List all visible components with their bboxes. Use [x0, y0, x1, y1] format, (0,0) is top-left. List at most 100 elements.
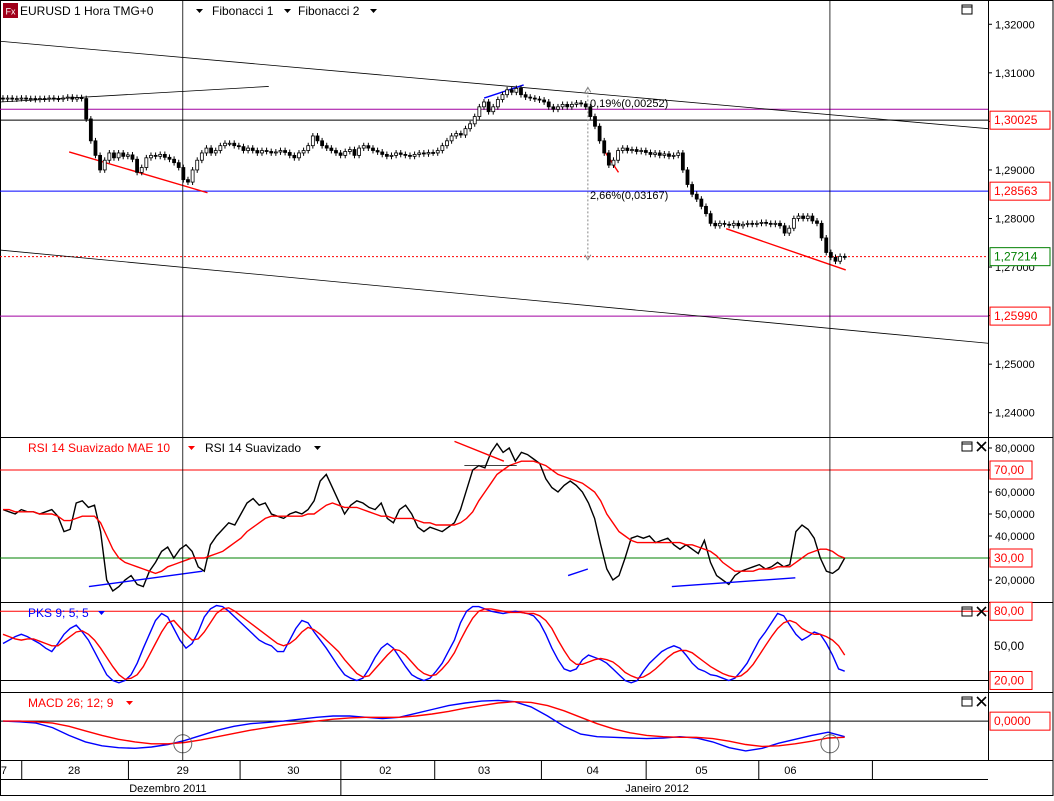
candle-body[interactable] [33, 98, 38, 100]
candle-body[interactable] [426, 152, 431, 155]
candle-body[interactable] [310, 135, 315, 147]
candle-body[interactable] [292, 154, 297, 159]
candle-body[interactable] [297, 152, 301, 159]
candle-body[interactable] [264, 150, 269, 152]
candle-body[interactable] [727, 223, 732, 226]
candle-body[interactable] [394, 152, 399, 156]
candle-body[interactable] [458, 133, 463, 136]
candle-body[interactable] [833, 256, 838, 262]
candle-body[interactable] [139, 167, 144, 173]
candle-body[interactable] [135, 158, 139, 173]
candle-body[interactable] [24, 97, 28, 100]
candle-body[interactable] [255, 150, 260, 154]
candle-body[interactable] [778, 222, 782, 227]
candle-body[interactable] [662, 153, 667, 156]
candle-body[interactable] [435, 150, 440, 154]
candle-body[interactable] [417, 152, 422, 155]
candle-body[interactable] [643, 150, 648, 153]
candle-body[interactable] [352, 149, 357, 156]
candle-body[interactable] [209, 147, 213, 154]
candle-body[interactable] [602, 140, 607, 154]
candle-body[interactable] [509, 89, 514, 93]
candle-body[interactable] [491, 106, 496, 113]
candle-body[interactable] [486, 101, 491, 113]
candle-body[interactable] [88, 118, 93, 142]
candle-body[interactable] [722, 222, 727, 225]
candle-body[interactable] [278, 150, 283, 153]
candle-body[interactable] [694, 193, 699, 200]
candle-body[interactable] [204, 147, 209, 154]
candle-body[interactable] [324, 145, 329, 149]
candle-body[interactable] [125, 154, 130, 157]
candle-body[interactable] [213, 150, 218, 154]
candle-body[interactable] [181, 167, 186, 181]
candle-body[interactable] [731, 222, 736, 226]
candle-body[interactable] [227, 142, 232, 145]
candle-body[interactable] [79, 97, 84, 99]
candle-body[interactable] [468, 123, 473, 130]
candle-body[interactable] [528, 96, 533, 99]
candle-body[interactable] [14, 98, 19, 100]
candle-body[interactable] [112, 152, 116, 159]
candle-body[interactable] [431, 152, 436, 154]
candle-body[interactable] [121, 152, 126, 157]
candle-body[interactable] [764, 221, 769, 224]
candle-body[interactable] [403, 154, 408, 156]
candle-body[interactable] [717, 222, 722, 227]
candle-body[interactable] [685, 169, 690, 185]
candle-body[interactable] [84, 98, 89, 120]
candle-body[interactable] [657, 152, 662, 156]
candle-body[interactable] [445, 140, 449, 147]
candle-body[interactable] [61, 97, 65, 100]
candle-body[interactable] [357, 147, 362, 156]
candle-body[interactable] [648, 152, 653, 155]
candle-body[interactable] [482, 101, 486, 108]
candle-body[interactable] [380, 151, 385, 155]
candle-body[interactable] [412, 154, 417, 157]
instrument-label[interactable]: EURUSD 1 Hora TMG+0 [20, 4, 154, 18]
candle-body[interactable] [630, 149, 634, 151]
candle-body[interactable] [639, 150, 644, 152]
candle-body[interactable] [463, 128, 468, 136]
trading-chart[interactable]: 1,320001,310001,300001,290001,280001,270… [0, 0, 1054, 796]
candle-body[interactable] [787, 227, 792, 234]
candle-body[interactable] [250, 147, 255, 151]
candle-body[interactable] [810, 215, 815, 222]
candle-body[interactable] [223, 142, 227, 147]
candle-body[interactable] [704, 205, 708, 215]
candle-body[interactable] [842, 255, 847, 258]
candle-body[interactable] [65, 96, 70, 99]
candle-body[interactable] [565, 103, 570, 108]
candle-body[interactable] [70, 96, 75, 100]
candle-body[interactable] [449, 135, 454, 142]
candle-body[interactable] [19, 97, 24, 100]
candle-body[interactable] [232, 142, 237, 147]
candle-body[interactable] [523, 94, 528, 98]
pks-label[interactable]: PKS 9; 5; 5 [28, 606, 89, 620]
candle-body[interactable] [838, 255, 843, 262]
candle-body[interactable] [736, 222, 741, 227]
candle-body[interactable] [759, 221, 764, 224]
candle-body[interactable] [371, 147, 375, 151]
candle-body[interactable] [556, 106, 560, 110]
candle-body[interactable] [343, 151, 348, 156]
candle-body[interactable] [532, 97, 537, 100]
candle-body[interactable] [398, 152, 403, 155]
candle-body[interactable] [708, 213, 713, 224]
candle-body[interactable] [819, 222, 824, 239]
candle-body[interactable] [5, 97, 10, 100]
candle-body[interactable] [375, 150, 380, 153]
candle-body[interactable] [472, 116, 477, 125]
candle-body[interactable] [680, 152, 685, 171]
candle-body[interactable] [287, 152, 292, 156]
candle-body[interactable] [421, 152, 426, 155]
candle-body[interactable] [569, 103, 574, 108]
candle-body[interactable] [616, 150, 621, 161]
candle-body[interactable] [107, 152, 112, 161]
candle-body[interactable] [801, 215, 806, 219]
candle-body[interactable] [505, 89, 510, 96]
candle-body[interactable] [583, 103, 588, 108]
candle-body[interactable] [745, 222, 750, 225]
candle-body[interactable] [51, 97, 56, 100]
rsi-label[interactable]: RSI 14 Suavizado [205, 441, 301, 455]
